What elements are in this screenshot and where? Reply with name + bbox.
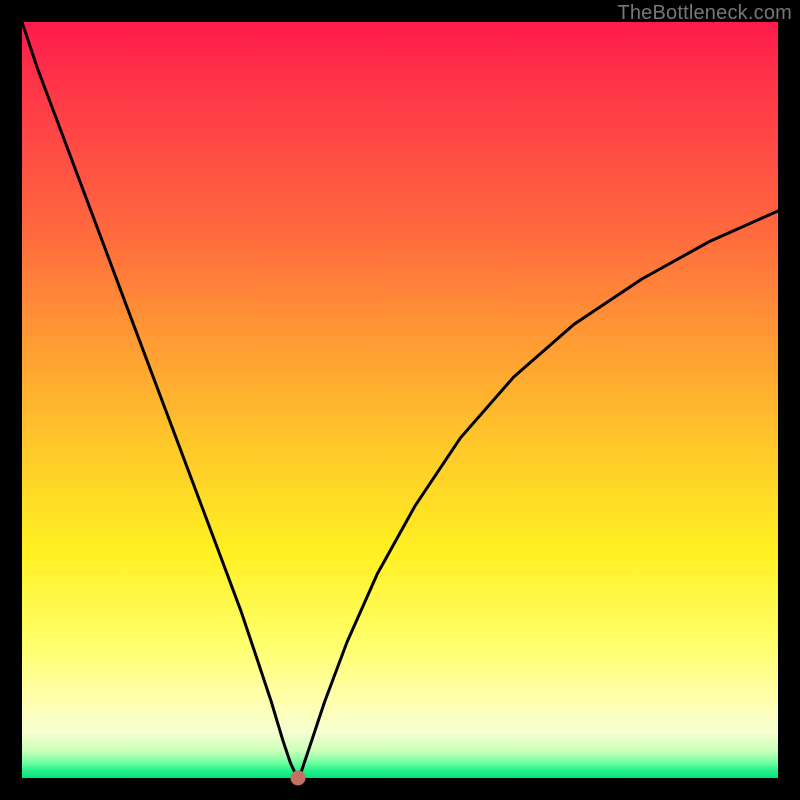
curve-svg (22, 22, 778, 778)
bottleneck-curve (22, 22, 778, 778)
chart-frame: TheBottleneck.com (0, 0, 800, 800)
plot-area (22, 22, 778, 778)
optimal-point-marker (290, 771, 305, 786)
